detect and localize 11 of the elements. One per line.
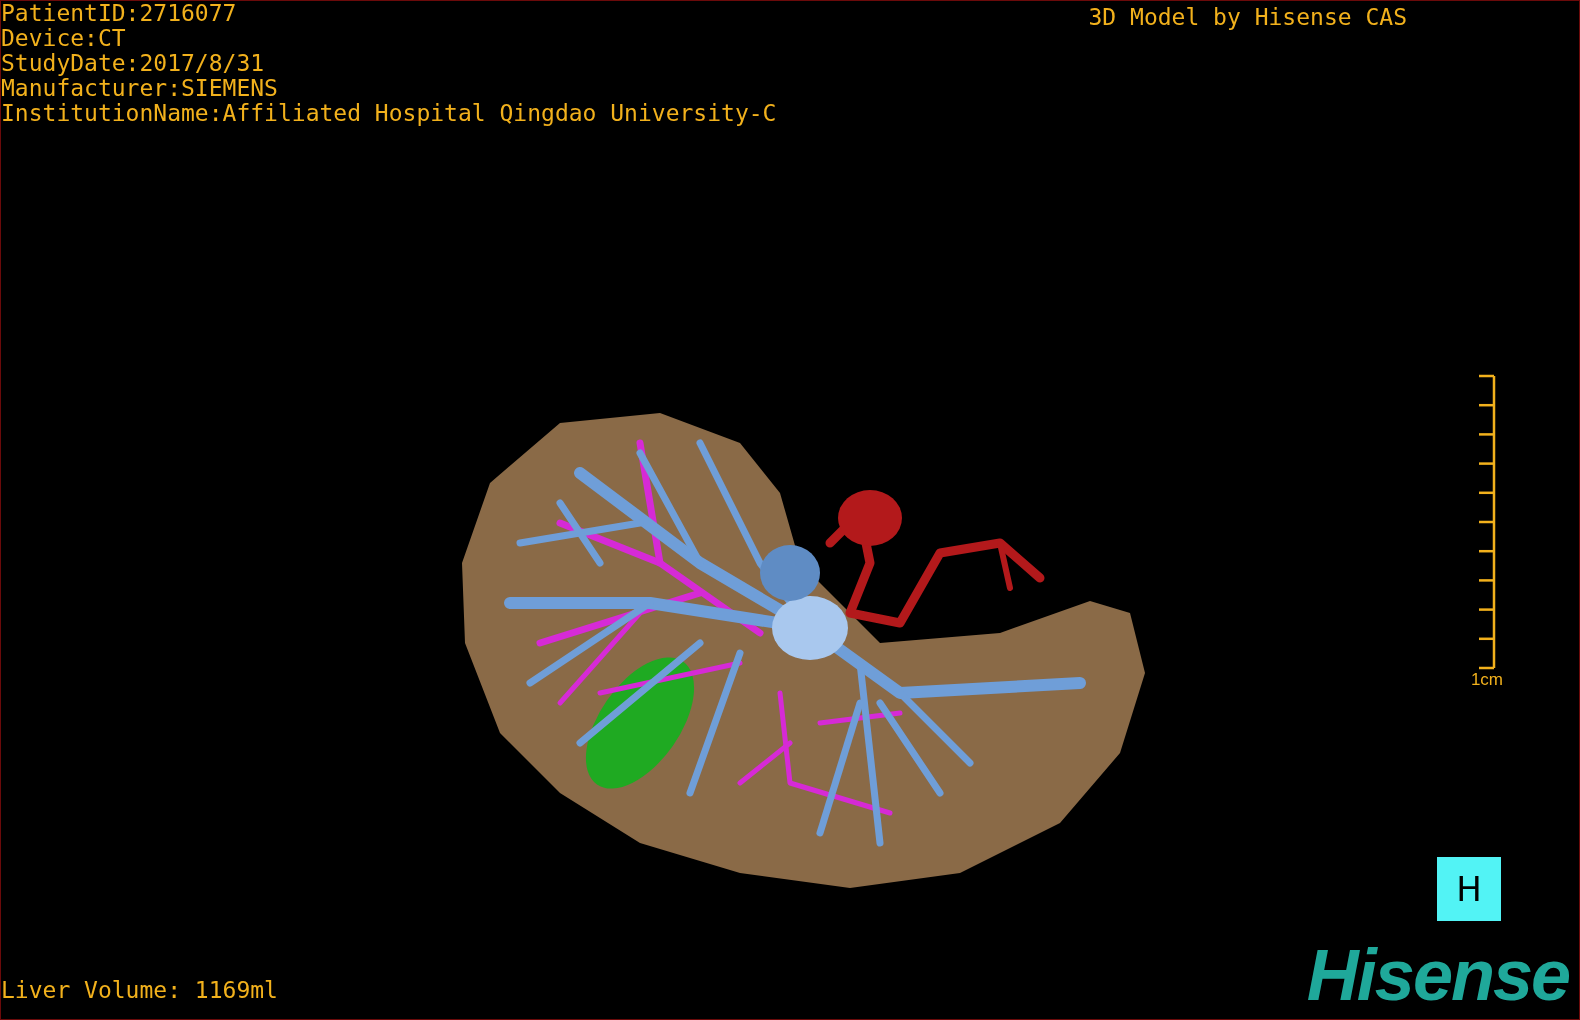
patient-info-text: Device:CT: [1, 26, 127, 51]
view-orientation-button[interactable]: H: [1437, 857, 1501, 921]
viewer-title: 3D Model by Hisense CAS: [1088, 5, 1407, 32]
liver-volume-text: Liver Volume: 1169ml: [1, 978, 278, 1003]
brand-logo: Hisense: [1306, 935, 1570, 1015]
patient-info-text: InstitutionName:Affiliated Hospital Qingdao University-C: [1, 101, 777, 126]
patient-info-text: PatientID:2716077: [1, 1, 238, 26]
scale-label: 1cm: [1470, 670, 1503, 690]
scale-bar-icon: [1476, 374, 1497, 670]
patient-info-text: StudyDate:2017/8/31: [1, 51, 266, 76]
patient-info-text: Manufacturer:SIEMENS: [1, 76, 279, 101]
